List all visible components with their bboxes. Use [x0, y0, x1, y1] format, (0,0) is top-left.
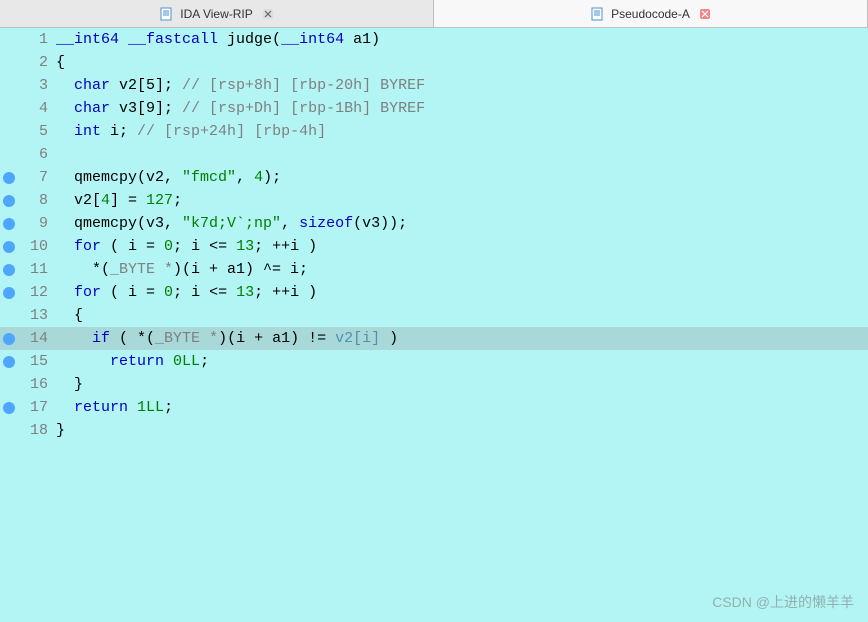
code-line[interactable]: 18} [0, 419, 868, 442]
code-text: { [56, 304, 868, 327]
breakpoint-dot-icon [3, 218, 15, 230]
close-icon[interactable] [698, 7, 712, 21]
code-text: *(_BYTE *)(i + a1) ^= i; [56, 258, 868, 281]
line-number: 15 [18, 350, 56, 373]
line-number: 18 [18, 419, 56, 442]
breakpoint-dot-icon [3, 241, 15, 253]
line-number: 17 [18, 396, 56, 419]
code-text: char v3[9]; // [rsp+Dh] [rbp-1Bh] BYREF [56, 97, 868, 120]
line-number: 16 [18, 373, 56, 396]
code-line[interactable]: 9 qmemcpy(v3, "k7d;V`;np", sizeof(v3)); [0, 212, 868, 235]
breakpoint-gutter[interactable] [0, 120, 18, 143]
tab-label: IDA View-RIP [180, 7, 252, 21]
code-line[interactable]: 4 char v3[9]; // [rsp+Dh] [rbp-1Bh] BYRE… [0, 97, 868, 120]
breakpoint-dot-icon [3, 287, 15, 299]
breakpoint-dot-icon [3, 333, 15, 345]
tab-label: Pseudocode-A [611, 7, 690, 21]
line-number: 11 [18, 258, 56, 281]
code-text: if ( *(_BYTE *)(i + a1) != v2[i] ) [56, 327, 868, 350]
breakpoint-gutter[interactable] [0, 281, 18, 304]
code-line[interactable]: 3 char v2[5]; // [rsp+8h] [rbp-20h] BYRE… [0, 74, 868, 97]
code-text: for ( i = 0; i <= 13; ++i ) [56, 281, 868, 304]
breakpoint-gutter[interactable] [0, 74, 18, 97]
code-line[interactable]: 2{ [0, 51, 868, 74]
code-lines: 1__int64 __fastcall judge(__int64 a1)2{3… [0, 28, 868, 622]
breakpoint-gutter[interactable] [0, 304, 18, 327]
line-number: 10 [18, 235, 56, 258]
breakpoint-dot-icon [3, 172, 15, 184]
line-number: 14 [18, 327, 56, 350]
line-number: 4 [18, 97, 56, 120]
line-number: 8 [18, 189, 56, 212]
breakpoint-dot-icon [3, 402, 15, 414]
line-number: 6 [18, 143, 56, 166]
code-line[interactable]: 12 for ( i = 0; i <= 13; ++i ) [0, 281, 868, 304]
code-line[interactable]: 6 [0, 143, 868, 166]
breakpoint-gutter[interactable] [0, 258, 18, 281]
code-text: } [56, 419, 868, 442]
code-line[interactable]: 13 { [0, 304, 868, 327]
code-text: for ( i = 0; i <= 13; ++i ) [56, 235, 868, 258]
code-line[interactable]: 17 return 1LL; [0, 396, 868, 419]
breakpoint-gutter[interactable] [0, 212, 18, 235]
code-text: __int64 __fastcall judge(__int64 a1) [56, 28, 868, 51]
breakpoint-gutter[interactable] [0, 189, 18, 212]
line-number: 13 [18, 304, 56, 327]
breakpoint-gutter[interactable] [0, 396, 18, 419]
close-icon[interactable] [261, 7, 275, 21]
code-line[interactable]: 14 if ( *(_BYTE *)(i + a1) != v2[i] ) [0, 327, 868, 350]
breakpoint-gutter[interactable] [0, 166, 18, 189]
breakpoint-gutter[interactable] [0, 97, 18, 120]
code-editor[interactable]: 1__int64 __fastcall judge(__int64 a1)2{3… [0, 28, 868, 622]
breakpoint-dot-icon [3, 356, 15, 368]
breakpoint-dot-icon [3, 264, 15, 276]
line-number: 9 [18, 212, 56, 235]
breakpoint-gutter[interactable] [0, 373, 18, 396]
code-text: { [56, 51, 868, 74]
breakpoint-gutter[interactable] [0, 419, 18, 442]
breakpoint-gutter[interactable] [0, 350, 18, 373]
code-text: v2[4] = 127; [56, 189, 868, 212]
document-icon [589, 6, 605, 22]
tab-bar: IDA View-RIP Pseudocode-A [0, 0, 868, 28]
breakpoint-gutter[interactable] [0, 143, 18, 166]
code-line[interactable]: 11 *(_BYTE *)(i + a1) ^= i; [0, 258, 868, 281]
line-number: 7 [18, 166, 56, 189]
code-line[interactable]: 7 qmemcpy(v2, "fmcd", 4); [0, 166, 868, 189]
code-line[interactable]: 10 for ( i = 0; i <= 13; ++i ) [0, 235, 868, 258]
code-text: qmemcpy(v2, "fmcd", 4); [56, 166, 868, 189]
line-number: 2 [18, 51, 56, 74]
code-text: qmemcpy(v3, "k7d;V`;np", sizeof(v3)); [56, 212, 868, 235]
breakpoint-gutter[interactable] [0, 51, 18, 74]
code-text: } [56, 373, 868, 396]
code-text: char v2[5]; // [rsp+8h] [rbp-20h] BYREF [56, 74, 868, 97]
code-line[interactable]: 1__int64 __fastcall judge(__int64 a1) [0, 28, 868, 51]
line-number: 3 [18, 74, 56, 97]
line-number: 5 [18, 120, 56, 143]
code-line[interactable]: 16 } [0, 373, 868, 396]
breakpoint-dot-icon [3, 195, 15, 207]
breakpoint-gutter[interactable] [0, 327, 18, 350]
breakpoint-gutter[interactable] [0, 28, 18, 51]
code-line[interactable]: 5 int i; // [rsp+24h] [rbp-4h] [0, 120, 868, 143]
tab-ida-view[interactable]: IDA View-RIP [0, 0, 434, 27]
code-text: return 1LL; [56, 396, 868, 419]
tab-pseudocode[interactable]: Pseudocode-A [434, 0, 868, 27]
code-line[interactable]: 8 v2[4] = 127; [0, 189, 868, 212]
line-number: 12 [18, 281, 56, 304]
code-text: int i; // [rsp+24h] [rbp-4h] [56, 120, 868, 143]
code-line[interactable]: 15 return 0LL; [0, 350, 868, 373]
code-text [56, 143, 868, 166]
line-number: 1 [18, 28, 56, 51]
breakpoint-gutter[interactable] [0, 235, 18, 258]
document-icon [158, 6, 174, 22]
code-text: return 0LL; [56, 350, 868, 373]
